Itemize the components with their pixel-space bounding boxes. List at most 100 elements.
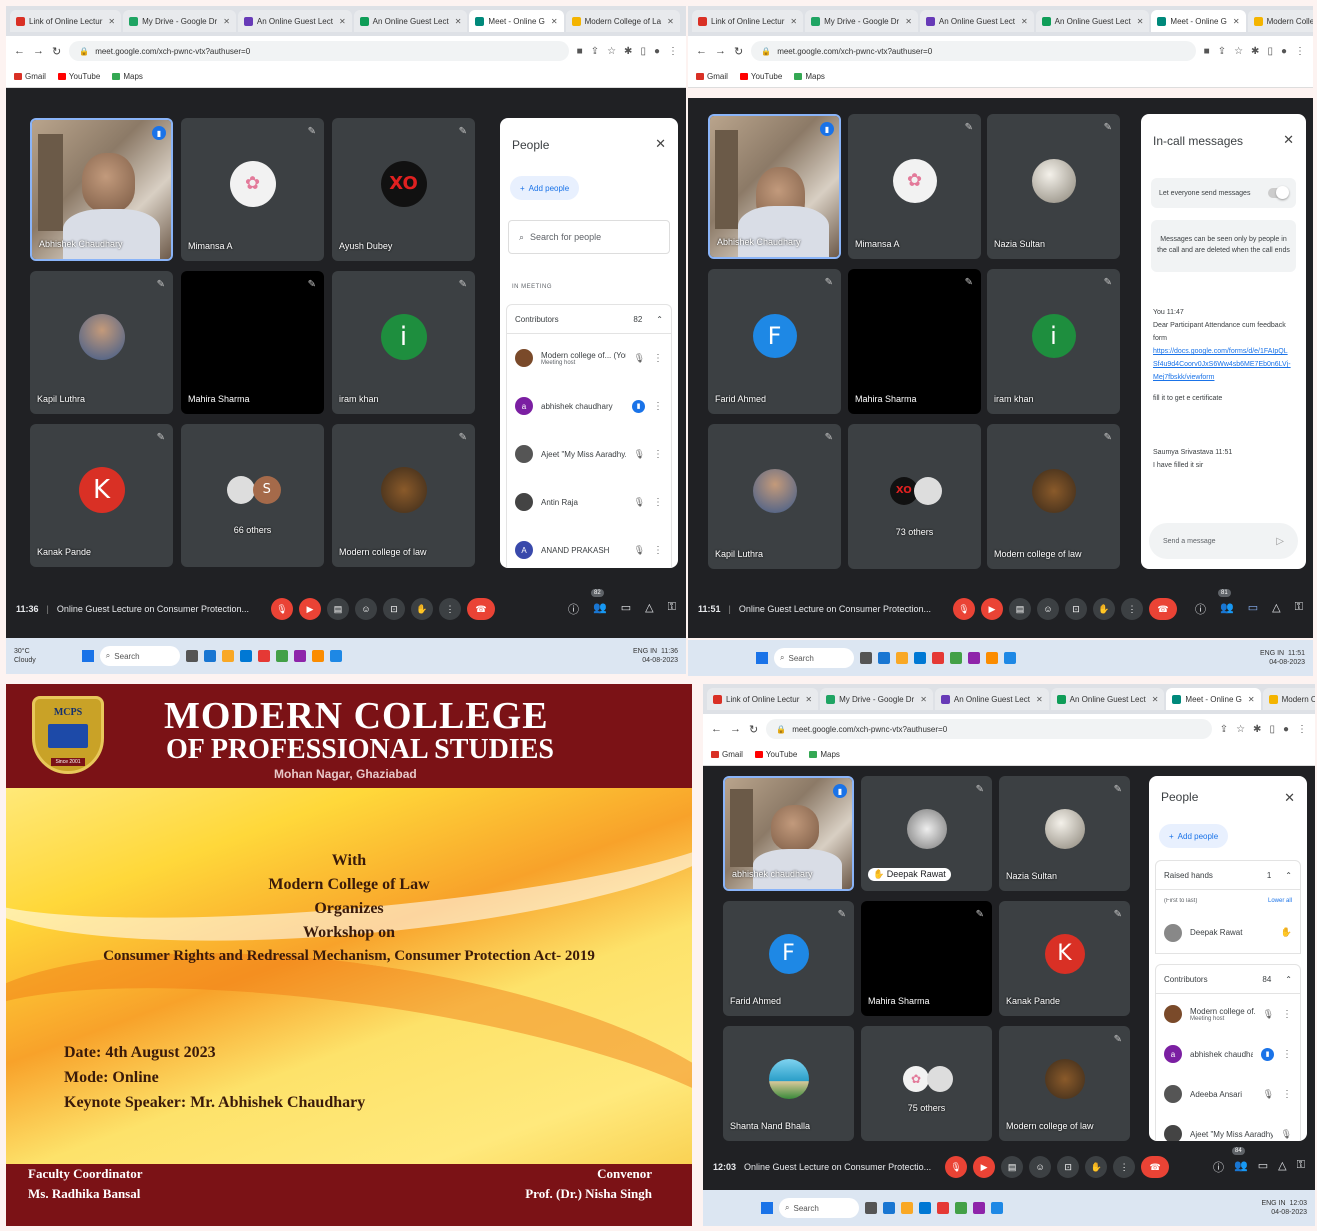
browser-tab[interactable]: Link of Online Lectur ✕ [692,10,804,32]
participant-tile[interactable]: ✎ Modern college of law [999,1026,1130,1141]
sidepanel-icon[interactable]: ▯ [640,46,646,57]
browser-tab[interactable]: An Online Guest Lect ✕ [934,688,1049,710]
system-clock[interactable]: ENG IN 11:36 04-08-2023 [633,647,678,665]
star-icon[interactable]: ☆ [1236,724,1245,735]
share-icon[interactable]: ⇪ [1218,46,1226,57]
captions-button[interactable]: ▤ [326,598,349,620]
participant-tile[interactable]: ✎ XO Ayush Dubey [332,118,475,261]
browser-tab[interactable]: An Online Guest Lect ✕ [919,10,1034,32]
participant-row[interactable]: Adeeba Ansari 🎙 ⋮ [1155,1074,1301,1114]
more-options-icon[interactable]: ⋮ [653,449,663,460]
chat-icon[interactable]: ▭ [621,601,631,617]
app-icon[interactable] [878,652,890,664]
forward-icon[interactable]: → [730,723,741,735]
close-icon[interactable]: ✕ [1233,17,1240,26]
start-icon[interactable] [81,650,94,662]
chat-icon[interactable]: ▭ [1258,1159,1268,1175]
allow-messages-toggle[interactable]: Let everyone send messages [1151,178,1296,208]
forward-icon[interactable]: → [715,45,726,57]
taskbar-search[interactable]: ⌕ Search [774,648,854,668]
add-people-button[interactable]: + Add people [1159,824,1229,848]
app-icon[interactable] [937,1202,949,1214]
taskview-icon[interactable] [865,1202,877,1214]
url-input[interactable]: 🔒 meet.google.com/xch-pwnc-vtx?authuser=0 [766,719,1212,739]
participant-tile[interactable]: ✎ Mahira Sharma [181,271,324,414]
participant-tile[interactable]: ▮ abhishek chaudhary [723,776,854,891]
close-icon[interactable]: ✕ [1152,695,1159,704]
participant-row[interactable]: Ajeet "My Miss Aaradhy... 🎙 ⋮ [506,430,672,478]
app-icon[interactable] [986,652,998,664]
camera-toggle-button[interactable]: ▶ [298,598,321,620]
more-options-icon[interactable]: ⋮ [653,545,663,556]
participant-tile[interactable]: ✎ Modern college of law [987,424,1120,569]
participant-tile[interactable]: ✎ ✿ Mimansa A [848,114,981,259]
mic-toggle-button[interactable]: 🎙 [945,1156,968,1178]
browser-tab[interactable]: My Drive - Google Dr ✕ [805,10,918,32]
chevron-up-icon[interactable]: ⌃ [1285,975,1292,984]
back-icon[interactable]: ← [711,723,722,735]
add-people-button[interactable]: + Add people [510,176,580,200]
reload-icon[interactable]: ↻ [52,45,61,58]
close-icon[interactable]: ✕ [1248,695,1255,704]
app-icon[interactable] [257,650,270,662]
contributors-group[interactable]: Contributors 84 ⌃ [1155,964,1301,994]
extensions-icon[interactable]: ✱ [1253,724,1261,735]
close-icon[interactable]: ✕ [455,17,462,26]
participant-tile[interactable]: ✎ Nazia Sultan [999,776,1130,891]
contributors-group[interactable]: Contributors 82 ⌃ [506,304,672,334]
info-icon[interactable]: ⓘ [1195,601,1206,617]
chrome-icon[interactable] [950,652,962,664]
bookmark-gmail[interactable]: Gmail [696,72,728,81]
reactions-button[interactable]: ☺ [354,598,377,620]
close-icon[interactable]: ✕ [790,17,797,26]
host-controls-icon[interactable]: ⚿ [668,601,676,617]
participant-row[interactable]: a abhishek chaudhary ▮ ⋮ [506,382,672,430]
weather-widget[interactable]: 30°C Cloudy [14,647,36,665]
folder-icon[interactable] [221,650,234,662]
activities-icon[interactable]: △ [645,601,653,617]
browser-tab[interactable]: My Drive - Google Dr ✕ [123,10,236,32]
app-icon[interactable] [293,650,306,662]
participant-tile-others[interactable]: XO 73 others [848,424,981,569]
host-controls-icon[interactable]: ⚿ [1295,601,1303,617]
present-button[interactable]: ⊡ [1057,1156,1080,1178]
sidepanel-icon[interactable]: ▯ [1267,46,1273,57]
browser-tab[interactable]: Modern College of La✕ [1262,688,1315,710]
participant-row[interactable]: Modern college of... (You)Meeting host 🎙 ⋮ [506,334,672,382]
browser-tab-active[interactable]: Meet - Online G ✕ [1166,688,1261,710]
participant-row[interactable]: Deepak Rawat ✋ [1155,912,1301,954]
word-icon[interactable] [1004,652,1016,664]
bookmark-youtube[interactable]: YouTube [57,72,100,81]
participant-tile[interactable]: ✎ ✋ Deepak Rawat [861,776,992,891]
participant-row[interactable]: Modern college of... (You)Meeting host 🎙 ⋮ [1155,994,1301,1034]
star-icon[interactable]: ☆ [607,46,616,57]
participant-tile[interactable]: ✎ K Kanak Pande [999,901,1130,1016]
back-icon[interactable]: ← [14,45,25,57]
captions-button[interactable]: ▤ [1001,1156,1024,1178]
folder-icon[interactable] [901,1202,913,1214]
camera-toggle-button[interactable]: ▶ [980,598,1003,620]
form-link[interactable]: https://docs.google.com/forms/d/e/1FAIpQ… [1153,345,1292,384]
info-icon[interactable]: ⓘ [1213,1159,1224,1175]
app-icon[interactable] [311,650,324,662]
app-icon[interactable] [973,1202,985,1214]
close-icon[interactable]: ✕ [1137,17,1144,26]
reload-icon[interactable]: ↻ [734,45,743,58]
mic-toggle-button[interactable]: 🎙 [270,598,293,620]
raised-hands-group[interactable]: Raised hands 1 ⌃ [1155,860,1301,890]
captions-button[interactable]: ▤ [1008,598,1031,620]
taskbar-search[interactable]: ⌕ Search [779,1198,859,1218]
url-input[interactable]: 🔒 meet.google.com/xch-pwnc-vtx?authuser=0 [69,41,569,61]
close-icon[interactable]: ✕ [1283,132,1294,148]
raise-hand-button[interactable]: ✋ [1085,1156,1108,1178]
profile-icon[interactable]: ● [1283,724,1289,735]
send-message-input[interactable]: Send a message ▷ [1149,523,1298,559]
url-input[interactable]: 🔒 meet.google.com/xch-pwnc-vtx?authuser=0 [751,41,1196,61]
share-icon[interactable]: ⇪ [1220,724,1228,735]
send-icon[interactable]: ▷ [1276,536,1284,547]
participant-tile[interactable]: ✎ F Farid Ahmed [708,269,841,414]
edge-icon[interactable] [239,650,252,662]
chrome-icon[interactable] [275,650,288,662]
edge-icon[interactable] [919,1202,931,1214]
system-clock[interactable]: ENG IN 11:51 04-08-2023 [1260,649,1305,667]
